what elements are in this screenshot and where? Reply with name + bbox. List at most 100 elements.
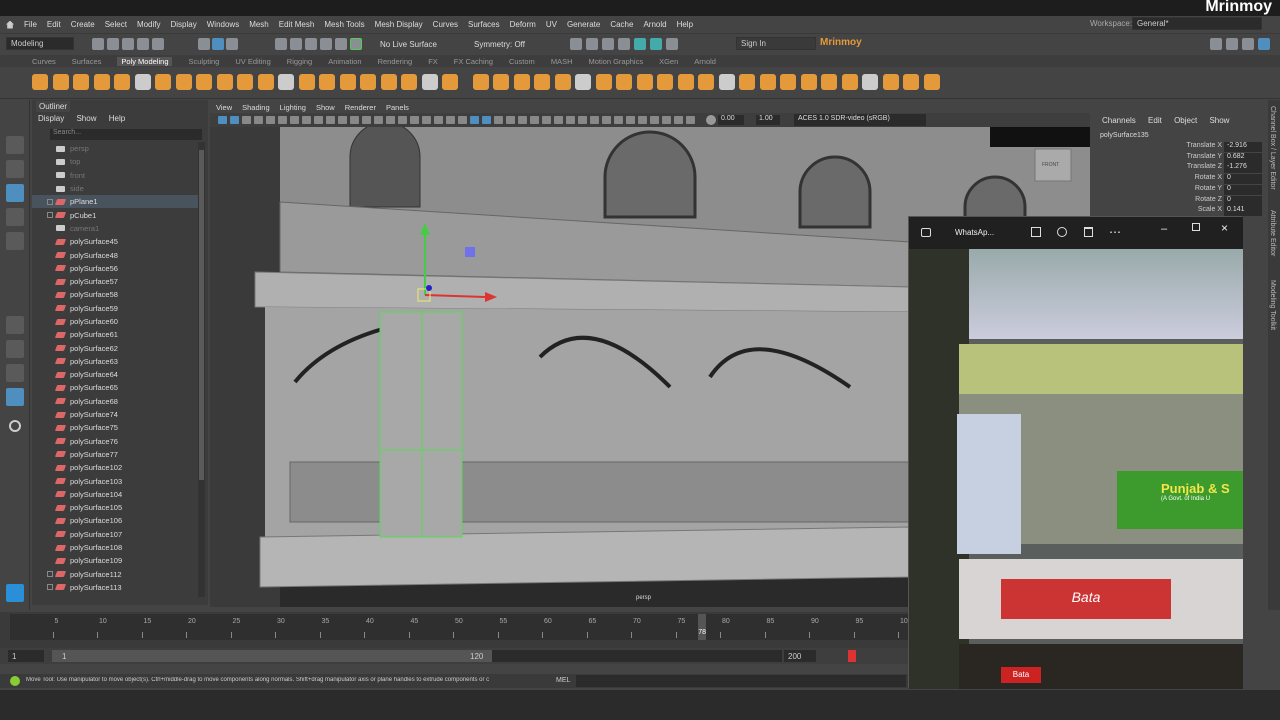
- outliner-item[interactable]: polySurface68: [32, 395, 198, 408]
- shelf-tool-icon[interactable]: [319, 74, 335, 90]
- channel-label[interactable]: Translate Y: [1187, 153, 1222, 160]
- time-slider[interactable]: 5 10 15 20 25 30 35 40 45 50 55 60 65 70 75 80 85 90 95 100…: [0, 612, 912, 648]
- channel-menu-edit[interactable]: Edit: [1148, 116, 1162, 125]
- shelf-tool-icon[interactable]: [216, 74, 233, 90]
- outliner-item[interactable]: polySurface106: [32, 514, 198, 527]
- outliner-menu-display[interactable]: Display: [38, 114, 64, 123]
- outliner-item[interactable]: camera1: [32, 222, 198, 235]
- outliner-item[interactable]: side: [32, 182, 198, 195]
- rotate-icon[interactable]: [1057, 227, 1067, 237]
- viewport-tool-icon[interactable]: [386, 116, 395, 124]
- channel-menu-object[interactable]: Object: [1174, 116, 1197, 125]
- arnold-render-icon[interactable]: [634, 38, 646, 50]
- snap-magnet-icon[interactable]: [350, 38, 362, 50]
- menu-windows[interactable]: Windows: [207, 20, 239, 29]
- menu-modify[interactable]: Modify: [137, 20, 161, 29]
- shelf-tool-icon[interactable]: [534, 74, 550, 90]
- expand-icon[interactable]: [47, 198, 53, 205]
- shelf-tool-icon[interactable]: [421, 74, 438, 90]
- select-tool-icon[interactable]: [6, 110, 24, 128]
- menu-mesh-display[interactable]: Mesh Display: [375, 20, 423, 29]
- shelf-tool-icon[interactable]: [739, 74, 755, 90]
- shelf-tab-curves[interactable]: Curves: [32, 57, 56, 66]
- viewport-tool-icon[interactable]: [590, 116, 599, 124]
- viewport-tool-icon[interactable]: [530, 116, 539, 124]
- workspace-select[interactable]: General*: [1132, 17, 1262, 30]
- menu-create[interactable]: Create: [71, 20, 95, 29]
- shelf-tab-fx[interactable]: FX: [428, 57, 438, 66]
- viewport-tool-icon[interactable]: [578, 116, 587, 124]
- menu-set-select[interactable]: Modeling: [6, 37, 74, 50]
- outliner-item[interactable]: polySurface60: [32, 315, 198, 328]
- paint-select-tool-icon[interactable]: [6, 160, 24, 178]
- shelf-tool-icon[interactable]: [472, 74, 489, 90]
- two-view-layout-icon[interactable]: [6, 364, 24, 382]
- outliner-item[interactable]: polySurface45: [32, 235, 198, 248]
- rotate-tool-icon[interactable]: [6, 208, 24, 226]
- outliner-item[interactable]: front: [32, 169, 198, 182]
- more-options-icon[interactable]: ⋯: [1109, 225, 1121, 239]
- script-language-toggle[interactable]: MEL: [556, 677, 570, 684]
- shelf-tool-icon[interactable]: [759, 74, 776, 90]
- outliner-item[interactable]: polySurface61: [32, 328, 198, 341]
- outliner-item[interactable]: polySurface56: [32, 262, 198, 275]
- shelf-tool-icon[interactable]: [636, 74, 653, 90]
- menu-select[interactable]: Select: [105, 20, 127, 29]
- shelf-tool-icon[interactable]: [698, 74, 714, 90]
- color-space-select[interactable]: ACES 1.0 SDR-video (sRGB): [794, 114, 926, 126]
- shelf-tool-icon[interactable]: [841, 74, 858, 90]
- outliner-item[interactable]: polySurface104: [32, 488, 198, 501]
- snap-view-icon[interactable]: [320, 38, 332, 50]
- menu-arnold[interactable]: Arnold: [643, 20, 666, 29]
- shelf-tab-uv-editing[interactable]: UV Editing: [235, 57, 270, 66]
- time-ruler[interactable]: 5 10 15 20 25 30 35 40 45 50 55 60 65 70 75 80 85 90 95 100…: [10, 614, 912, 640]
- viewport-tool-icon[interactable]: [554, 116, 563, 124]
- single-perspective-layout-icon[interactable]: [6, 316, 24, 334]
- exposure-field[interactable]: 0.00: [718, 115, 744, 125]
- outliner-search-input[interactable]: Search...: [50, 129, 202, 140]
- outliner-item[interactable]: polySurface58: [32, 288, 198, 301]
- viewport-menu-panels[interactable]: Panels: [386, 103, 409, 112]
- viewport-tool-icon[interactable]: [494, 116, 503, 124]
- viewport-menu-lighting[interactable]: Lighting: [280, 103, 306, 112]
- shelf-tool-icon[interactable]: [237, 74, 253, 90]
- viewport-tool-icon[interactable]: [470, 116, 479, 124]
- scale-tool-icon[interactable]: [6, 232, 24, 250]
- channel-value[interactable]: 0: [1224, 195, 1262, 206]
- shelf-tab-custom[interactable]: Custom: [509, 57, 535, 66]
- outliner-item[interactable]: polySurface109: [32, 554, 198, 567]
- outliner-item[interactable]: polySurface76: [32, 435, 198, 448]
- outliner-item[interactable]: polySurface62: [32, 341, 198, 354]
- outliner-item[interactable]: polySurface75: [32, 421, 198, 434]
- shelf-tool-icon[interactable]: [442, 74, 458, 90]
- four-view-layout-icon[interactable]: [6, 340, 24, 358]
- arnold-ipr-icon[interactable]: [650, 38, 662, 50]
- outliner-item[interactable]: polySurface77: [32, 448, 198, 461]
- select-hierarchy-icon[interactable]: [198, 38, 210, 50]
- shelf-tool-icon[interactable]: [155, 74, 171, 90]
- symmetry-select[interactable]: Symmetry: Off: [474, 40, 525, 49]
- menu-edit[interactable]: Edit: [47, 20, 61, 29]
- outliner-item[interactable]: top: [32, 155, 198, 168]
- shelf-tab-sculpting[interactable]: Sculpting: [188, 57, 219, 66]
- modeling-toolkit-tab[interactable]: Modeling Toolkit: [1269, 280, 1276, 330]
- outliner-item[interactable]: polySurface57: [32, 275, 198, 288]
- shelf-tool-icon[interactable]: [380, 74, 397, 90]
- outliner-item[interactable]: polySurface105: [32, 501, 198, 514]
- viewport-tool-icon[interactable]: [626, 116, 635, 124]
- outliner-layout-icon[interactable]: [6, 388, 24, 406]
- menu-help[interactable]: Help: [677, 20, 693, 29]
- gamma-field[interactable]: 1.00: [756, 115, 780, 125]
- hypershade-icon[interactable]: [618, 38, 630, 50]
- viewport-tool-icon[interactable]: [230, 116, 239, 124]
- channel-label[interactable]: Rotate Y: [1195, 185, 1222, 192]
- viewport-tool-icon[interactable]: [446, 116, 455, 124]
- edit-icon[interactable]: [1031, 227, 1041, 237]
- end-time-field[interactable]: 200: [784, 650, 816, 662]
- viewport-tool-icon[interactable]: [242, 116, 251, 124]
- viewport-tool-icon[interactable]: [266, 116, 275, 124]
- viewport-tool-icon[interactable]: [350, 116, 359, 124]
- shelf-tool-icon[interactable]: [657, 74, 673, 90]
- shelf-tool-icon[interactable]: [339, 74, 356, 90]
- shelf-tool-icon[interactable]: [513, 74, 530, 90]
